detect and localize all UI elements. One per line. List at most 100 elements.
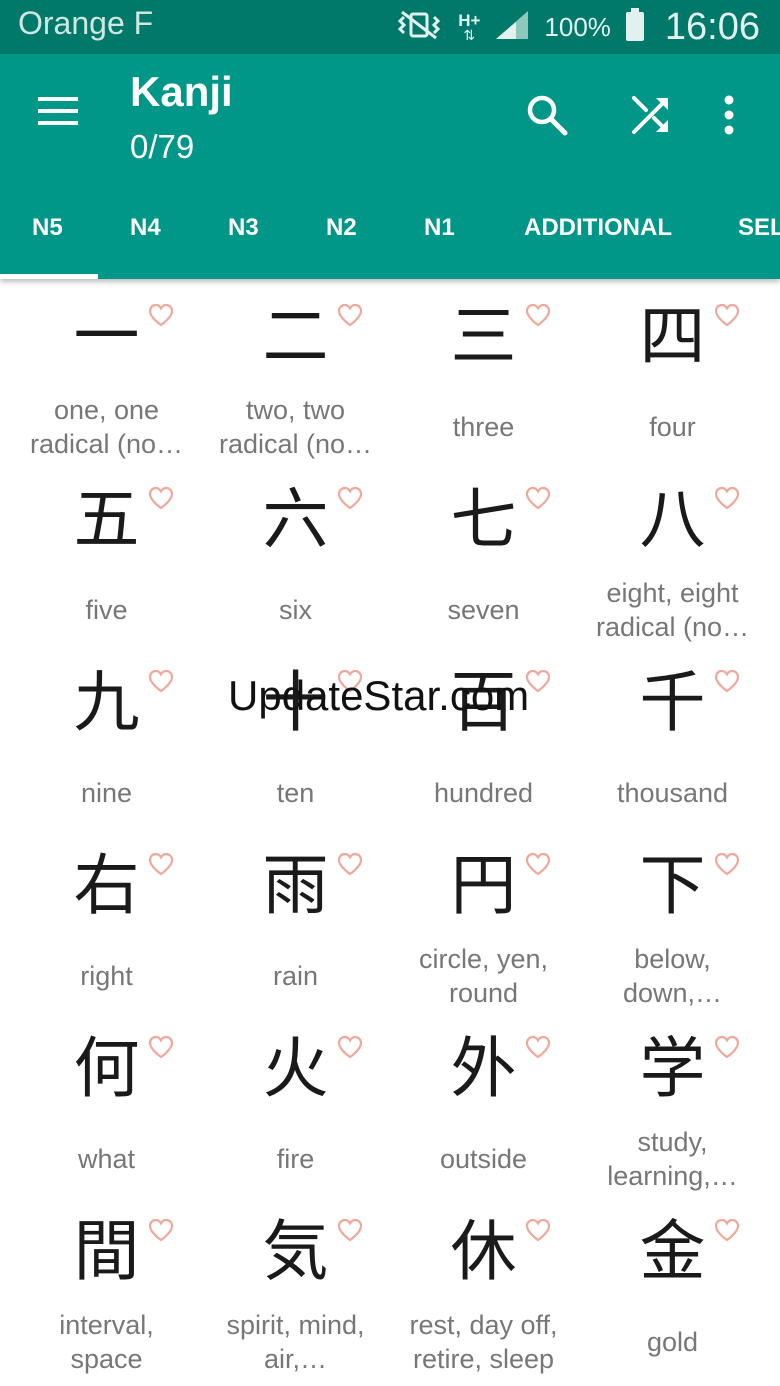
favorite-heart-icon[interactable] xyxy=(714,852,740,876)
favorite-heart-icon[interactable] xyxy=(148,1218,174,1242)
kanji-card[interactable]: 三 three xyxy=(389,279,578,462)
favorite-heart-icon[interactable] xyxy=(714,303,740,327)
kanji-card[interactable]: 金 gold xyxy=(578,1194,767,1377)
kanji-meaning: circle, yen, round xyxy=(418,944,549,1008)
kanji-card[interactable]: 間 interval, space xyxy=(12,1194,201,1377)
kanji-card[interactable]: 八 eight, eight radical (no… xyxy=(578,462,767,645)
tab-selected[interactable]: SEL xyxy=(738,204,780,279)
kanji-meaning: one, one radical (no… xyxy=(29,395,184,459)
network-type-indicator: H+ ⇅ xyxy=(458,12,480,43)
favorite-heart-icon[interactable] xyxy=(148,852,174,876)
kanji-card[interactable]: 九 nine xyxy=(12,645,201,828)
level-tabs: N5 N4 N3 N2 N1 ADDITIONAL SEL xyxy=(0,204,780,279)
favorite-heart-icon[interactable] xyxy=(337,486,363,510)
kanji-meaning: below, down,… xyxy=(622,944,723,1008)
tab-n5[interactable]: N5 xyxy=(32,204,63,279)
kanji-meaning: two, two radical (no… xyxy=(218,395,373,459)
kanji-card[interactable]: 外 outside xyxy=(389,1011,578,1194)
kanji-meaning: seven xyxy=(447,595,520,625)
kanji-meaning: rain xyxy=(272,961,319,991)
favorite-heart-icon[interactable] xyxy=(148,303,174,327)
battery-icon xyxy=(625,8,645,46)
kanji-card[interactable]: 十 ten xyxy=(201,645,390,828)
shuffle-button[interactable] xyxy=(626,90,676,140)
favorite-heart-icon[interactable] xyxy=(525,303,551,327)
kanji-meaning: ten xyxy=(276,778,315,808)
kanji-meaning: fire xyxy=(276,1144,315,1174)
kanji-card[interactable]: 千 thousand xyxy=(578,645,767,828)
navigation-drawer-button[interactable] xyxy=(36,94,86,134)
favorite-heart-icon[interactable] xyxy=(337,1035,363,1059)
kanji-meaning: nine xyxy=(80,778,133,808)
tab-n1[interactable]: N1 xyxy=(424,204,455,279)
status-bar: Orange F H+ ⇅ 100% 16:06 xyxy=(0,0,780,54)
tab-n4[interactable]: N4 xyxy=(130,204,161,279)
kanji-meaning: spirit, mind, air,… xyxy=(226,1310,365,1374)
favorite-heart-icon[interactable] xyxy=(337,1218,363,1242)
data-arrows-icon: ⇅ xyxy=(463,27,476,44)
kanji-card[interactable]: 一 one, one radical (no… xyxy=(12,279,201,462)
favorite-heart-icon[interactable] xyxy=(525,486,551,510)
overflow-menu-button[interactable] xyxy=(704,90,754,140)
favorite-heart-icon[interactable] xyxy=(714,1218,740,1242)
kanji-card[interactable]: 七 seven xyxy=(389,462,578,645)
app-bar: Kanji 0/79 N5 N4 N3 N2 N1 ADDITIONAL SEL xyxy=(0,54,780,279)
kanji-meaning: hundred xyxy=(433,778,534,808)
kanji-card[interactable]: 火 fire xyxy=(201,1011,390,1194)
kanji-card[interactable]: 雨 rain xyxy=(201,828,390,1011)
signal-strength-icon xyxy=(494,9,530,45)
kanji-card[interactable]: 四 four xyxy=(578,279,767,462)
favorite-heart-icon[interactable] xyxy=(714,669,740,693)
kanji-card[interactable]: 六 six xyxy=(201,462,390,645)
clock: 16:06 xyxy=(664,5,760,48)
favorite-heart-icon[interactable] xyxy=(148,1035,174,1059)
progress-count: 0/79 xyxy=(130,128,195,165)
more-vert-icon xyxy=(724,95,734,135)
favorite-heart-icon[interactable] xyxy=(714,486,740,510)
kanji-card[interactable]: 五 five xyxy=(12,462,201,645)
kanji-grid: 一 one, one radical (no… 二 two, two radical … xyxy=(0,279,780,1386)
kanji-card[interactable]: 二 two, two radical (no… xyxy=(201,279,390,462)
kanji-meaning: right xyxy=(80,961,133,991)
battery-percentage: 100% xyxy=(544,11,611,42)
kanji-meaning: three xyxy=(452,412,515,442)
favorite-heart-icon[interactable] xyxy=(148,486,174,510)
kanji-card[interactable]: 下 below, down,… xyxy=(578,828,767,1011)
hamburger-menu-icon xyxy=(38,97,78,125)
kanji-meaning: six xyxy=(279,595,312,625)
kanji-meaning: eight, eight radical (no… xyxy=(595,578,750,642)
tab-n3[interactable]: N3 xyxy=(228,204,259,279)
search-button[interactable] xyxy=(522,90,572,140)
kanji-meaning: thousand xyxy=(616,778,729,808)
kanji-card[interactable]: 何 what xyxy=(12,1011,201,1194)
tab-n2[interactable]: N2 xyxy=(326,204,357,279)
kanji-card[interactable]: 気 spirit, mind, air,… xyxy=(201,1194,390,1377)
kanji-card[interactable]: 円 circle, yen, round xyxy=(389,828,578,1011)
favorite-heart-icon[interactable] xyxy=(337,669,363,693)
favorite-heart-icon[interactable] xyxy=(148,669,174,693)
kanji-meaning: what xyxy=(77,1144,136,1174)
search-icon xyxy=(527,95,568,136)
kanji-card[interactable]: 右 right xyxy=(12,828,201,1011)
kanji-meaning: rest, day off, retire, sleep xyxy=(409,1310,558,1374)
vibrate-mute-icon xyxy=(394,8,444,46)
kanji-card[interactable]: 休 rest, day off, retire, sleep xyxy=(389,1194,578,1377)
favorite-heart-icon[interactable] xyxy=(525,852,551,876)
favorite-heart-icon[interactable] xyxy=(337,852,363,876)
kanji-meaning: interval, space xyxy=(59,1310,154,1374)
status-icons: H+ ⇅ 100% 16:06 xyxy=(394,0,760,54)
kanji-meaning: gold xyxy=(646,1327,699,1357)
network-type-label: H+ xyxy=(458,10,481,30)
favorite-heart-icon[interactable] xyxy=(525,1035,551,1059)
favorite-heart-icon[interactable] xyxy=(337,303,363,327)
carrier-name: Orange F xyxy=(18,5,154,41)
page-title: Kanji xyxy=(130,68,233,115)
favorite-heart-icon[interactable] xyxy=(525,669,551,693)
shuffle-icon xyxy=(632,96,668,134)
kanji-meaning: four xyxy=(649,412,696,442)
kanji-card[interactable]: 百 hundred xyxy=(389,645,578,828)
tab-additional[interactable]: ADDITIONAL xyxy=(524,204,672,279)
kanji-card[interactable]: 学 study, learning,… xyxy=(578,1011,767,1194)
favorite-heart-icon[interactable] xyxy=(525,1218,551,1242)
favorite-heart-icon[interactable] xyxy=(714,1035,740,1059)
